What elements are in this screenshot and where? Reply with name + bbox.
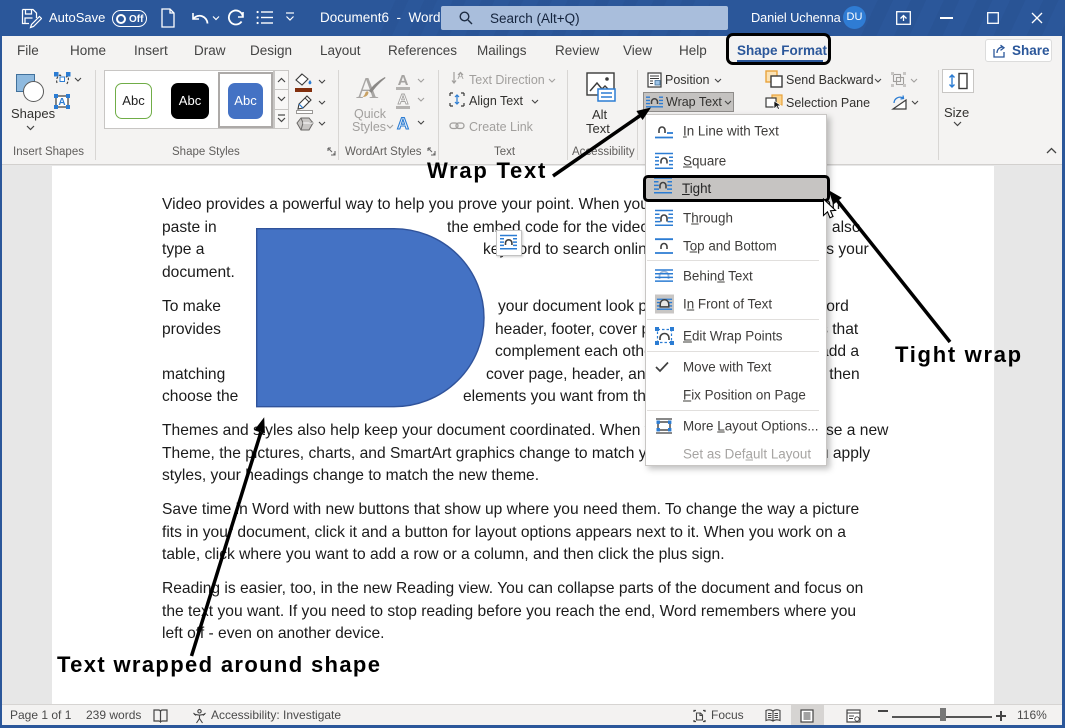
svg-text:A: A: [397, 115, 409, 132]
svg-text:A: A: [58, 97, 65, 108]
svg-text:A: A: [398, 72, 409, 89]
svg-text:A: A: [398, 91, 409, 108]
